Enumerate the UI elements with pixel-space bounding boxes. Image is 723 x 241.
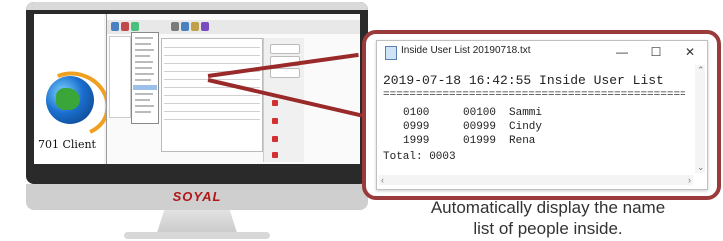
client-label: 701 Client <box>38 138 96 151</box>
side-icon <box>272 152 278 158</box>
menu-line <box>135 49 154 51</box>
monitor-chin: SOYAL <box>26 184 368 210</box>
monitor-top-bezel <box>26 2 368 10</box>
side-icon <box>272 100 278 106</box>
menu-line <box>135 105 154 107</box>
menu-line <box>135 43 151 45</box>
row-col2: 00100 <box>463 107 497 119</box>
toolbar-icon <box>121 22 129 31</box>
thumbnail-left-grid <box>109 36 131 118</box>
toolbar-icon <box>111 22 119 31</box>
menu-line <box>135 55 150 57</box>
scroll-up-icon[interactable]: ⌃ <box>697 65 705 76</box>
client-logo-area: 701 Client <box>34 14 119 164</box>
maximize-button[interactable]: ☐ <box>643 43 669 61</box>
side-icon <box>272 136 278 142</box>
side-icon <box>272 118 278 124</box>
monitor-screen: 701 Client <box>34 14 360 164</box>
notepad-title: Inside User List 20190718.txt <box>401 45 531 56</box>
monitor-stand-base <box>124 232 270 239</box>
grid-line <box>164 63 260 64</box>
side-button <box>270 68 300 78</box>
minimize-button[interactable]: — <box>609 43 635 61</box>
separator-line: ========================================… <box>383 89 685 101</box>
row-name: Cindy <box>509 121 543 133</box>
total-line: Total: 0003 <box>383 151 456 163</box>
row-name: Sammi <box>509 107 543 119</box>
close-button[interactable]: ✕ <box>677 43 703 61</box>
toolbar-icon <box>131 22 139 31</box>
row-col2: 01999 <box>463 135 497 147</box>
horizontal-scrollbar[interactable]: ‹ › <box>379 175 693 185</box>
menu-line <box>135 111 151 113</box>
row-col1: 0999 <box>403 121 430 133</box>
globe-land <box>56 88 80 110</box>
vertical-scrollbar[interactable]: ⌃ ⌄ <box>695 65 705 173</box>
thumbnail-grid <box>161 38 263 152</box>
notepad-titlebar[interactable]: Inside User List 20190718.txt — ☐ ✕ <box>377 41 707 63</box>
grid-line <box>164 119 260 120</box>
toolbar-icon <box>171 22 179 31</box>
menu-line <box>135 67 152 69</box>
thumbnail-menu <box>131 32 159 124</box>
menu-line <box>135 61 153 63</box>
brand-label: SOYAL <box>172 189 222 204</box>
caption-line-2: list of people inside. <box>473 219 623 238</box>
side-button <box>270 44 300 54</box>
row-name: Rena <box>509 135 536 147</box>
menu-line <box>135 73 154 75</box>
globe-icon <box>46 76 94 124</box>
caption: Automatically display the name list of p… <box>398 197 698 239</box>
monitor: 701 Client <box>26 2 368 184</box>
menu-line <box>135 37 153 39</box>
menu-line <box>135 79 151 81</box>
notepad-window: Inside User List 20190718.txt — ☐ ✕ 2019… <box>376 40 708 190</box>
row-col2: 00999 <box>463 121 497 133</box>
caption-line-1: Automatically display the name <box>430 198 666 217</box>
menu-line <box>135 99 150 101</box>
grid-line <box>164 103 260 104</box>
toolbar-icon <box>181 22 189 31</box>
grid-line <box>164 47 260 48</box>
notepad-icon <box>385 46 397 60</box>
callout-frame: Inside User List 20190718.txt — ☐ ✕ 2019… <box>362 30 721 200</box>
grid-line <box>164 111 260 112</box>
grid-line <box>164 55 260 56</box>
row-col1: 1999 <box>403 135 430 147</box>
list-header: 2019-07-18 16:42:55 Inside User List <box>383 73 664 88</box>
scroll-left-icon[interactable]: ‹ <box>381 175 384 185</box>
toolbar-icon <box>201 22 209 31</box>
grid-line <box>164 95 260 96</box>
scroll-down-icon[interactable]: ⌄ <box>697 162 705 173</box>
toolbar-icon <box>191 22 199 31</box>
app-window-thumbnail <box>106 14 360 164</box>
row-col1: 0100 <box>403 107 430 119</box>
scroll-right-icon[interactable]: › <box>688 175 691 185</box>
notepad-text-area[interactable]: 2019-07-18 16:42:55 Inside User List ===… <box>383 73 685 173</box>
menu-highlight <box>133 85 157 90</box>
menu-line <box>135 93 153 95</box>
